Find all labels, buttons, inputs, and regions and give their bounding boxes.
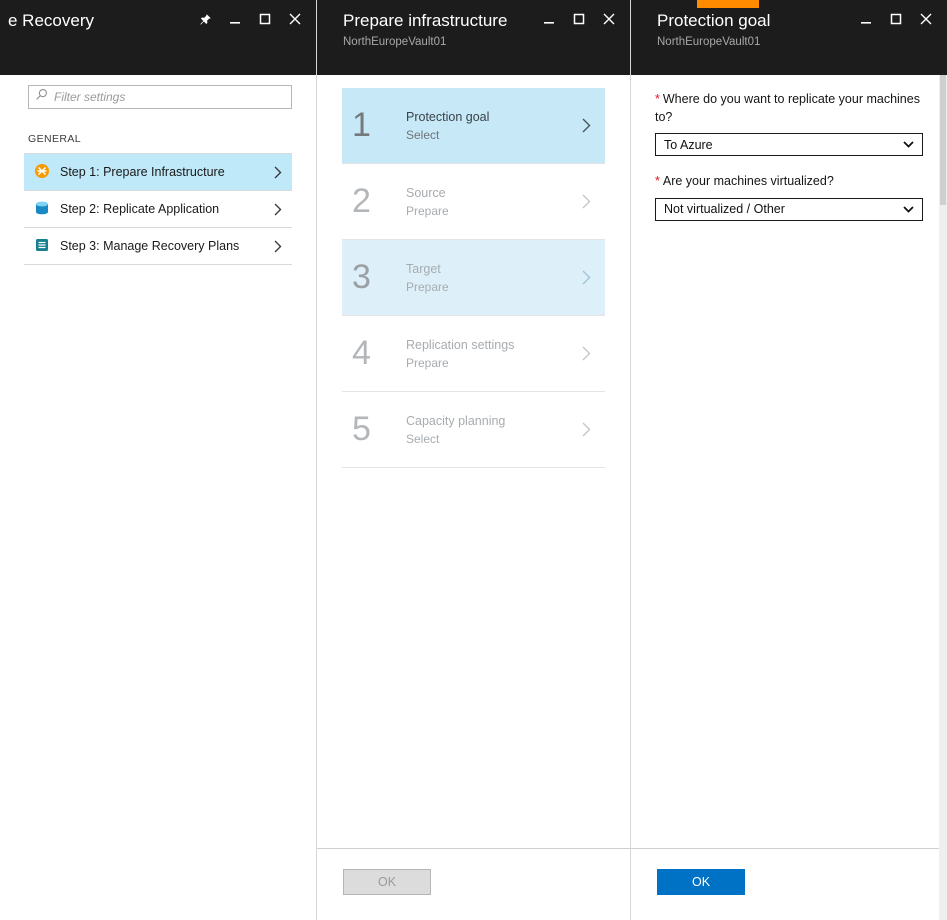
- step-number: 2: [352, 182, 394, 221]
- step-subtitle: Select: [406, 128, 489, 142]
- step-subtitle: Select: [406, 432, 505, 446]
- prepare-infrastructure-footer: OK: [317, 848, 630, 920]
- panel-protection-goal: Protection goal NorthEuropeVault01 *Wher…: [631, 0, 947, 920]
- replicate-application-icon: [34, 200, 50, 219]
- close-icon[interactable]: [288, 12, 302, 26]
- step-replication-settings[interactable]: 4 Replication settings Prepare: [342, 316, 605, 392]
- filter-settings-searchbox[interactable]: [28, 85, 292, 109]
- minimize-icon[interactable]: [542, 12, 556, 26]
- chevron-right-icon: [274, 203, 282, 216]
- machines-virtualized-label: *Are your machines virtualized?: [655, 173, 923, 191]
- maximize-icon[interactable]: [572, 12, 586, 26]
- protection-goal-content: *Where do you want to replicate your mac…: [631, 75, 947, 920]
- protection-goal-footer: OK: [631, 848, 947, 920]
- panel-prepare-infrastructure: Prepare infrastructure NorthEuropeVault0…: [317, 0, 631, 920]
- step-subtitle: Prepare: [406, 356, 514, 370]
- steps-nav-list: Step 1: Prepare Infrastructure Step 2: R…: [24, 153, 292, 265]
- chevron-down-icon: [903, 206, 914, 213]
- replicate-destination-label: *Where do you want to replicate your mac…: [655, 91, 923, 126]
- panel-site-recovery: e Recovery GENERAL: [0, 0, 317, 920]
- step-target[interactable]: 3 Target Prepare: [342, 240, 605, 316]
- step-protection-goal[interactable]: 1 Protection goal Select: [342, 88, 605, 164]
- replicate-destination-dropdown[interactable]: To Azure: [655, 133, 923, 156]
- pin-icon[interactable]: [198, 12, 212, 26]
- filter-settings-input[interactable]: [54, 90, 285, 104]
- vertical-scrollbar[interactable]: [939, 75, 947, 920]
- sidebar-item-label: Step 3: Manage Recovery Plans: [60, 239, 239, 253]
- step-title: Capacity planning: [406, 414, 505, 428]
- chevron-right-icon: [274, 166, 282, 179]
- chevron-right-icon: [582, 422, 591, 437]
- step-subtitle: Prepare: [406, 204, 449, 218]
- site-recovery-content: GENERAL Step 1: Prepare Infrastructure S…: [0, 75, 316, 920]
- prepare-infrastructure-content: 1 Protection goal Select 2 Source Prepar…: [317, 75, 630, 920]
- step-title: Protection goal: [406, 110, 489, 124]
- minimize-icon[interactable]: [228, 12, 242, 26]
- step-number: 3: [352, 258, 394, 297]
- blade-subtitle: NorthEuropeVault01: [343, 36, 446, 48]
- sidebar-item-prepare-infrastructure[interactable]: Step 1: Prepare Infrastructure: [24, 154, 292, 191]
- required-marker: *: [655, 92, 660, 106]
- step-number: 4: [352, 334, 394, 373]
- chevron-down-icon: [903, 141, 914, 148]
- required-marker: *: [655, 174, 660, 188]
- prepare-infrastructure-icon: [34, 163, 50, 182]
- step-subtitle: Prepare: [406, 280, 449, 294]
- general-section-label: GENERAL: [28, 133, 292, 145]
- blade-subtitle: NorthEuropeVault01: [657, 36, 760, 48]
- search-icon: [35, 88, 48, 106]
- scrollbar-thumb[interactable]: [940, 75, 946, 205]
- protection-goal-form: *Where do you want to replicate your mac…: [631, 75, 947, 221]
- chevron-right-icon: [274, 240, 282, 253]
- close-icon[interactable]: [919, 12, 933, 26]
- blade-title: Protection goal: [657, 11, 770, 31]
- step-title: Target: [406, 262, 449, 276]
- blade-title: Prepare infrastructure: [343, 11, 507, 31]
- dropdown-value: To Azure: [664, 138, 713, 152]
- maximize-icon[interactable]: [258, 12, 272, 26]
- chevron-right-icon: [582, 118, 591, 133]
- chevron-right-icon: [582, 346, 591, 361]
- ok-button[interactable]: OK: [657, 869, 745, 895]
- prepare-infrastructure-header: Prepare infrastructure NorthEuropeVault0…: [317, 0, 630, 75]
- protection-goal-header: Protection goal NorthEuropeVault01: [631, 0, 947, 75]
- chevron-right-icon: [582, 194, 591, 209]
- sidebar-item-label: Step 1: Prepare Infrastructure: [60, 165, 225, 179]
- step-title: Replication settings: [406, 338, 514, 352]
- chevron-right-icon: [582, 270, 591, 285]
- loading-accent-bar: [697, 0, 759, 8]
- step-capacity-planning[interactable]: 5 Capacity planning Select: [342, 392, 605, 468]
- maximize-icon[interactable]: [889, 12, 903, 26]
- step-title: Source: [406, 186, 449, 200]
- step-source[interactable]: 2 Source Prepare: [342, 164, 605, 240]
- sidebar-item-replicate-application[interactable]: Step 2: Replicate Application: [24, 191, 292, 228]
- dropdown-value: Not virtualized / Other: [664, 202, 785, 216]
- machines-virtualized-dropdown[interactable]: Not virtualized / Other: [655, 198, 923, 221]
- page-title: e Recovery: [8, 11, 94, 31]
- minimize-icon[interactable]: [859, 12, 873, 26]
- sidebar-item-label: Step 2: Replicate Application: [60, 202, 219, 216]
- site-recovery-header: e Recovery: [0, 0, 316, 75]
- step-number: 1: [352, 106, 394, 145]
- sidebar-item-manage-recovery-plans[interactable]: Step 3: Manage Recovery Plans: [24, 228, 292, 265]
- manage-recovery-plans-icon: [34, 237, 50, 256]
- close-icon[interactable]: [602, 12, 616, 26]
- ok-button-disabled[interactable]: OK: [343, 869, 431, 895]
- wizard-steps: 1 Protection goal Select 2 Source Prepar…: [342, 88, 605, 468]
- step-number: 5: [352, 410, 394, 449]
